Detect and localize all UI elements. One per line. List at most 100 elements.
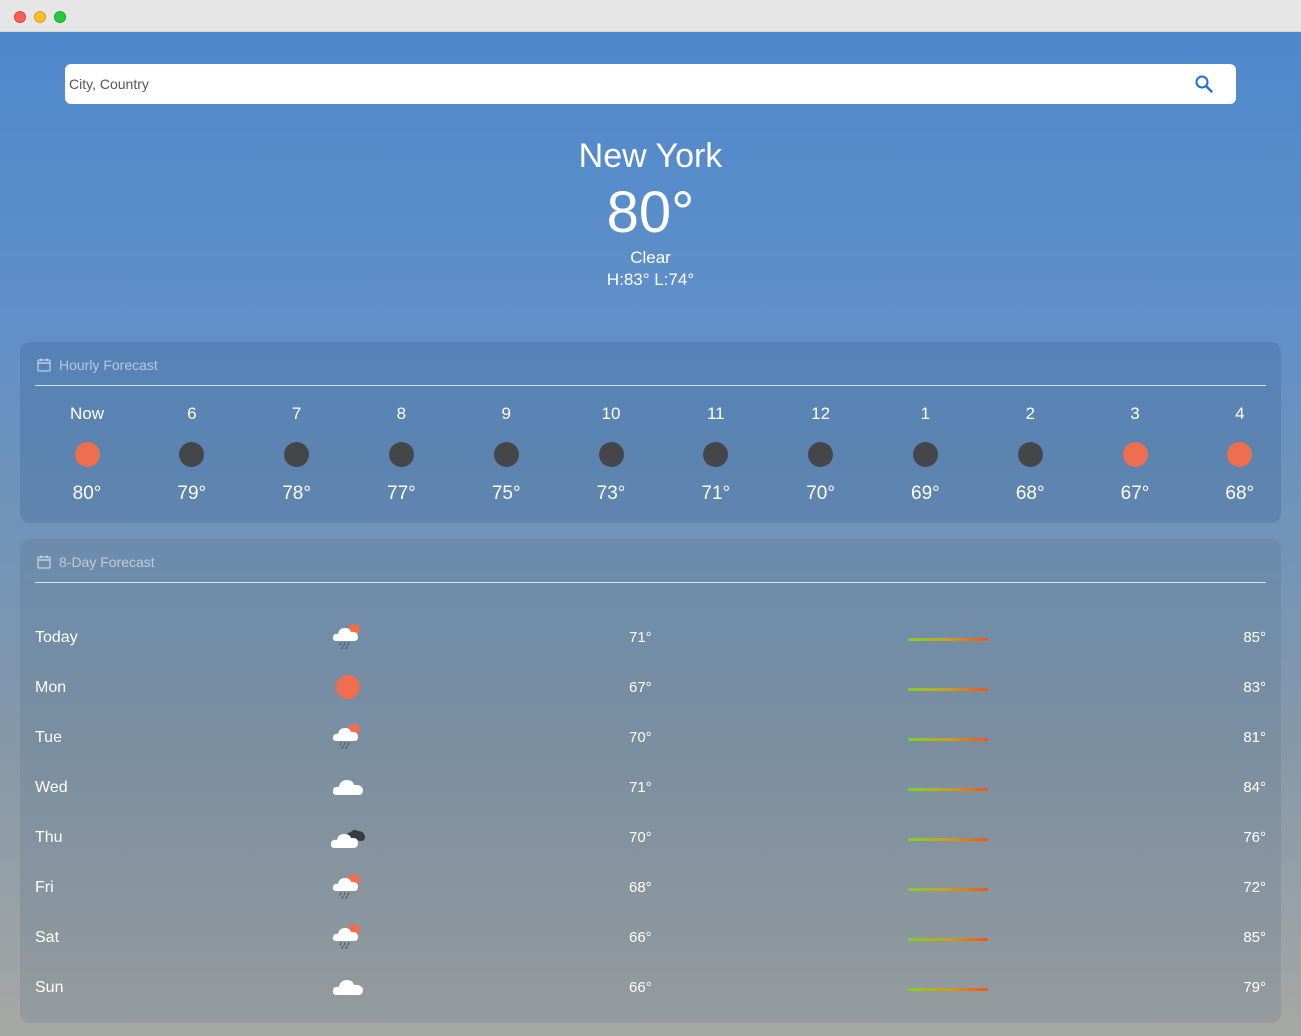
daily-row: Sat 66° 85° xyxy=(35,914,1266,964)
hourly-forecast-card: Hourly Forecast Now 80° 6 79° 7 78° 8 77° 9 75° 10… xyxy=(20,342,1281,523)
search-icon[interactable] xyxy=(1194,74,1214,94)
hour-label: 8 xyxy=(396,404,407,423)
temperature-range-bar xyxy=(908,988,988,991)
hour-temperature: 68° xyxy=(1015,483,1045,504)
hourly-item: 2 68° xyxy=(990,404,1070,505)
hour-temperature: 78° xyxy=(282,483,311,504)
search-bar xyxy=(65,64,1236,104)
daily-forecast-title: 8-Day Forecast xyxy=(59,554,155,570)
temperature-range-bar xyxy=(908,688,988,691)
rain-sun-icon xyxy=(331,722,365,752)
low-temperature: 70° xyxy=(629,729,652,746)
day-name: Tue xyxy=(35,729,62,746)
temperature-range-bar xyxy=(908,788,988,791)
daily-row: Today 71° 85° xyxy=(35,614,1266,664)
hourly-item: 6 79° xyxy=(152,404,232,505)
hour-temperature: 80° xyxy=(72,483,102,504)
daily-row: Sun 66° 79° xyxy=(35,964,1266,1014)
hourly-forecast-title: Hourly Forecast xyxy=(59,357,158,373)
low-temperature: 67° xyxy=(629,679,652,696)
hourly-item: 10 73° xyxy=(571,404,651,505)
city-name: New York xyxy=(578,137,723,175)
day-name: Fri xyxy=(35,879,54,896)
hour-label: 7 xyxy=(291,404,302,423)
high-temperature: 85° xyxy=(1243,629,1266,646)
current-weather: New York 80° Clear H:83° L:74° xyxy=(0,132,1301,290)
weather-app: New York 80° Clear H:83° L:74° Hourly Fo… xyxy=(0,32,1301,1036)
sun-icon xyxy=(1227,442,1253,467)
moon-icon xyxy=(493,442,519,467)
hourly-item: 3 67° xyxy=(1095,404,1175,505)
day-name: Thu xyxy=(35,829,63,846)
calendar-icon xyxy=(37,555,51,569)
hour-temperature: 70° xyxy=(806,483,835,504)
day-name: Sat xyxy=(35,929,60,946)
daily-row: Wed 71° 84° xyxy=(35,764,1266,814)
hour-label: 2 xyxy=(1025,404,1035,423)
window-titlebar xyxy=(0,0,1301,32)
daily-list: Today 71° 85° Mon 67° 83° Tue 70° 81° Wed 71° 84° Th… xyxy=(35,614,1266,1014)
temperature-range-bar xyxy=(908,638,988,641)
rain-sun-icon xyxy=(331,922,365,952)
hour-label: 1 xyxy=(920,404,931,423)
hour-temperature: 71° xyxy=(701,483,731,504)
hour-label: 3 xyxy=(1130,404,1140,423)
daily-row: Thu 70° 76° xyxy=(35,814,1266,864)
temperature-range-bar xyxy=(908,938,988,941)
cloud-icon xyxy=(331,772,365,802)
moon-icon xyxy=(179,442,205,467)
moon-icon xyxy=(703,442,729,467)
low-temperature: 71° xyxy=(629,629,652,646)
day-name: Wed xyxy=(35,779,68,796)
close-window-button[interactable] xyxy=(14,11,26,23)
current-condition: Clear xyxy=(630,248,671,267)
daily-row: Fri 68° 72° xyxy=(35,864,1266,914)
hourly-item: 11 71° xyxy=(676,404,756,505)
maximize-window-button[interactable] xyxy=(54,11,66,23)
rain-sun-icon xyxy=(331,622,365,652)
hour-label: 11 xyxy=(706,404,725,423)
high-temperature: 81° xyxy=(1243,729,1266,746)
minimize-window-button[interactable] xyxy=(34,11,46,23)
current-temperature: 80° xyxy=(606,180,695,245)
hourly-item: 9 75° xyxy=(466,404,546,505)
hour-temperature: 79° xyxy=(177,483,207,504)
hour-temperature: 68° xyxy=(1225,483,1255,504)
daily-forecast-card: 8-Day Forecast Today 71° 85° Mon 67° 83° Tue 70… xyxy=(20,539,1281,1023)
daily-row: Tue 70° 81° xyxy=(35,714,1266,764)
hour-temperature: 77° xyxy=(387,483,416,504)
hour-label: 6 xyxy=(187,404,197,423)
moon-icon xyxy=(912,442,938,467)
moon-icon xyxy=(388,442,414,467)
temperature-range-bar xyxy=(908,888,988,891)
daily-forecast-header: 8-Day Forecast xyxy=(35,553,1266,583)
day-name: Sun xyxy=(35,979,64,996)
hour-label: 10 xyxy=(601,404,621,423)
search-input[interactable] xyxy=(69,64,1169,104)
moon-icon xyxy=(598,442,624,467)
hourly-item: 12 70° xyxy=(781,404,861,505)
hour-label: 9 xyxy=(501,404,511,423)
hourly-item: Now 80° xyxy=(47,404,127,505)
rain-sun-icon xyxy=(331,872,365,902)
sun-icon xyxy=(1122,442,1148,467)
temperature-range-bar xyxy=(908,838,988,841)
calendar-icon xyxy=(37,358,51,372)
high-temperature: 85° xyxy=(1243,929,1266,946)
high-temperature: 79° xyxy=(1243,979,1266,996)
moon-icon xyxy=(1017,442,1043,467)
cloud-icon xyxy=(331,972,365,1002)
hourly-item: 4 68° xyxy=(1200,404,1280,505)
sun-icon xyxy=(74,442,100,467)
high-temperature: 76° xyxy=(1243,829,1266,846)
hour-label: 4 xyxy=(1235,404,1245,423)
low-temperature: 66° xyxy=(629,979,652,996)
hour-temperature: 75° xyxy=(491,483,521,504)
hourly-list: Now 80° 6 79° 7 78° 8 77° 9 75° 10 73° 11 71° 12 70° 1 6 9… xyxy=(47,404,1277,514)
low-temperature: 66° xyxy=(629,929,652,946)
hour-label: Now xyxy=(69,404,104,423)
hourly-forecast-header: Hourly Forecast xyxy=(35,356,1266,386)
low-temperature: 68° xyxy=(629,879,652,896)
high-temperature: 84° xyxy=(1243,779,1266,796)
low-temperature: 71° xyxy=(629,779,652,796)
